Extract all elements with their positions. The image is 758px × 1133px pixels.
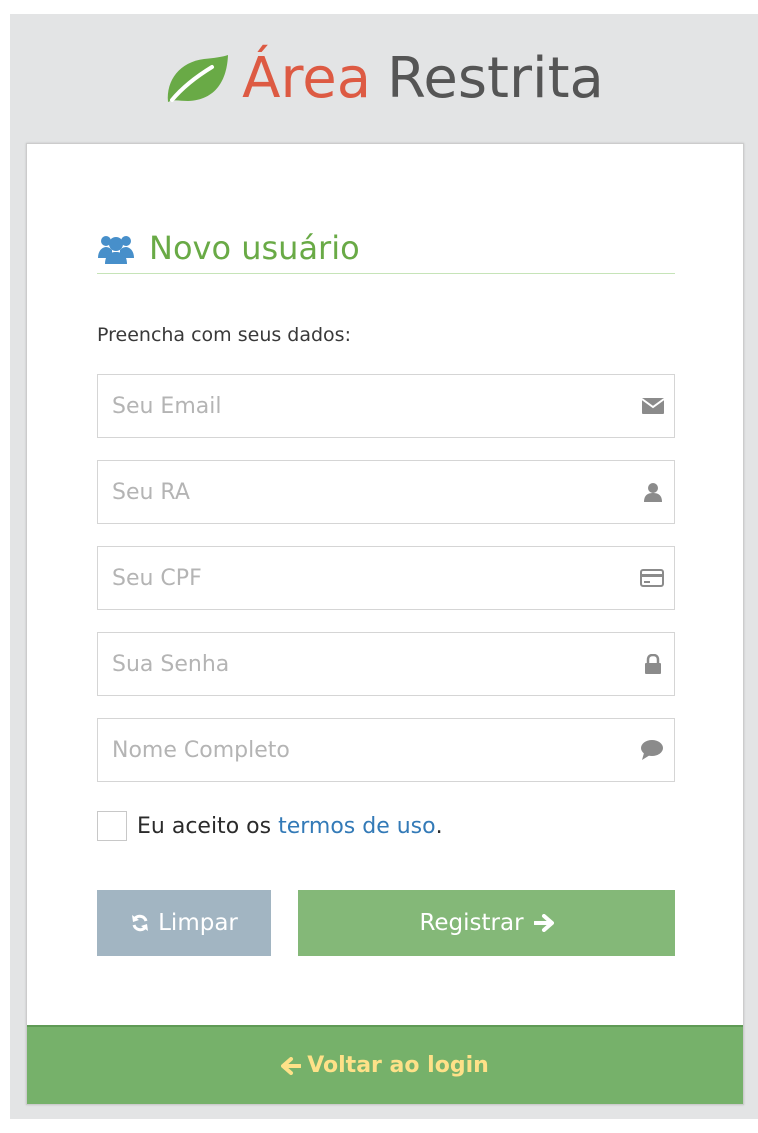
brand-word-area: Área bbox=[242, 45, 372, 111]
refresh-icon bbox=[132, 914, 149, 932]
credit-card-icon bbox=[640, 567, 664, 589]
terms-prefix: Eu aceito os bbox=[137, 813, 279, 839]
email-field[interactable] bbox=[98, 375, 674, 437]
users-icon bbox=[98, 235, 134, 264]
arrow-right-icon bbox=[533, 914, 554, 932]
name-field-wrapper bbox=[97, 718, 675, 782]
leaf-icon bbox=[167, 55, 229, 102]
terms-link[interactable]: termos de uso bbox=[278, 814, 436, 839]
back-to-login-label: Voltar ao login bbox=[307, 1053, 489, 1078]
cpf-field[interactable] bbox=[98, 547, 674, 609]
ra-field[interactable] bbox=[98, 461, 674, 523]
section-header: Novo usuário bbox=[97, 222, 675, 274]
form-prompt: Preencha com seus dados: bbox=[97, 324, 351, 346]
register-button-label: Registrar bbox=[419, 910, 524, 936]
brand-header: Área Restrita bbox=[10, 14, 758, 142]
ra-field-wrapper bbox=[97, 460, 675, 524]
password-field-wrapper bbox=[97, 632, 675, 696]
terms-suffix: . bbox=[435, 813, 443, 839]
page-background: Área Restrita Novo usuário Preencha com … bbox=[10, 14, 758, 1119]
signup-box: Novo usuário Preencha com seus dados: Se… bbox=[26, 143, 744, 1105]
email-field-wrapper bbox=[97, 374, 675, 438]
back-to-login-link[interactable]: Voltar ao login bbox=[281, 1053, 489, 1078]
user-icon bbox=[642, 481, 664, 503]
comment-icon bbox=[640, 739, 664, 761]
register-button[interactable]: Registrar bbox=[298, 890, 675, 956]
full-name-field[interactable] bbox=[98, 719, 674, 781]
terms-checkbox[interactable] bbox=[97, 811, 127, 841]
form-toolbar: Voltar ao login bbox=[27, 1025, 743, 1104]
lock-icon bbox=[642, 653, 664, 675]
section-title: Novo usuário bbox=[149, 228, 360, 267]
terms-row: Eu aceito os termos de uso . bbox=[97, 811, 443, 841]
brand-word-restrita: Restrita bbox=[387, 45, 604, 111]
reset-button[interactable]: Limpar bbox=[97, 890, 271, 956]
arrow-left-icon bbox=[281, 1056, 302, 1075]
cpf-field-wrapper bbox=[97, 546, 675, 610]
password-field[interactable] bbox=[98, 633, 674, 695]
reset-button-label: Limpar bbox=[158, 910, 238, 936]
envelope-icon bbox=[642, 395, 664, 417]
